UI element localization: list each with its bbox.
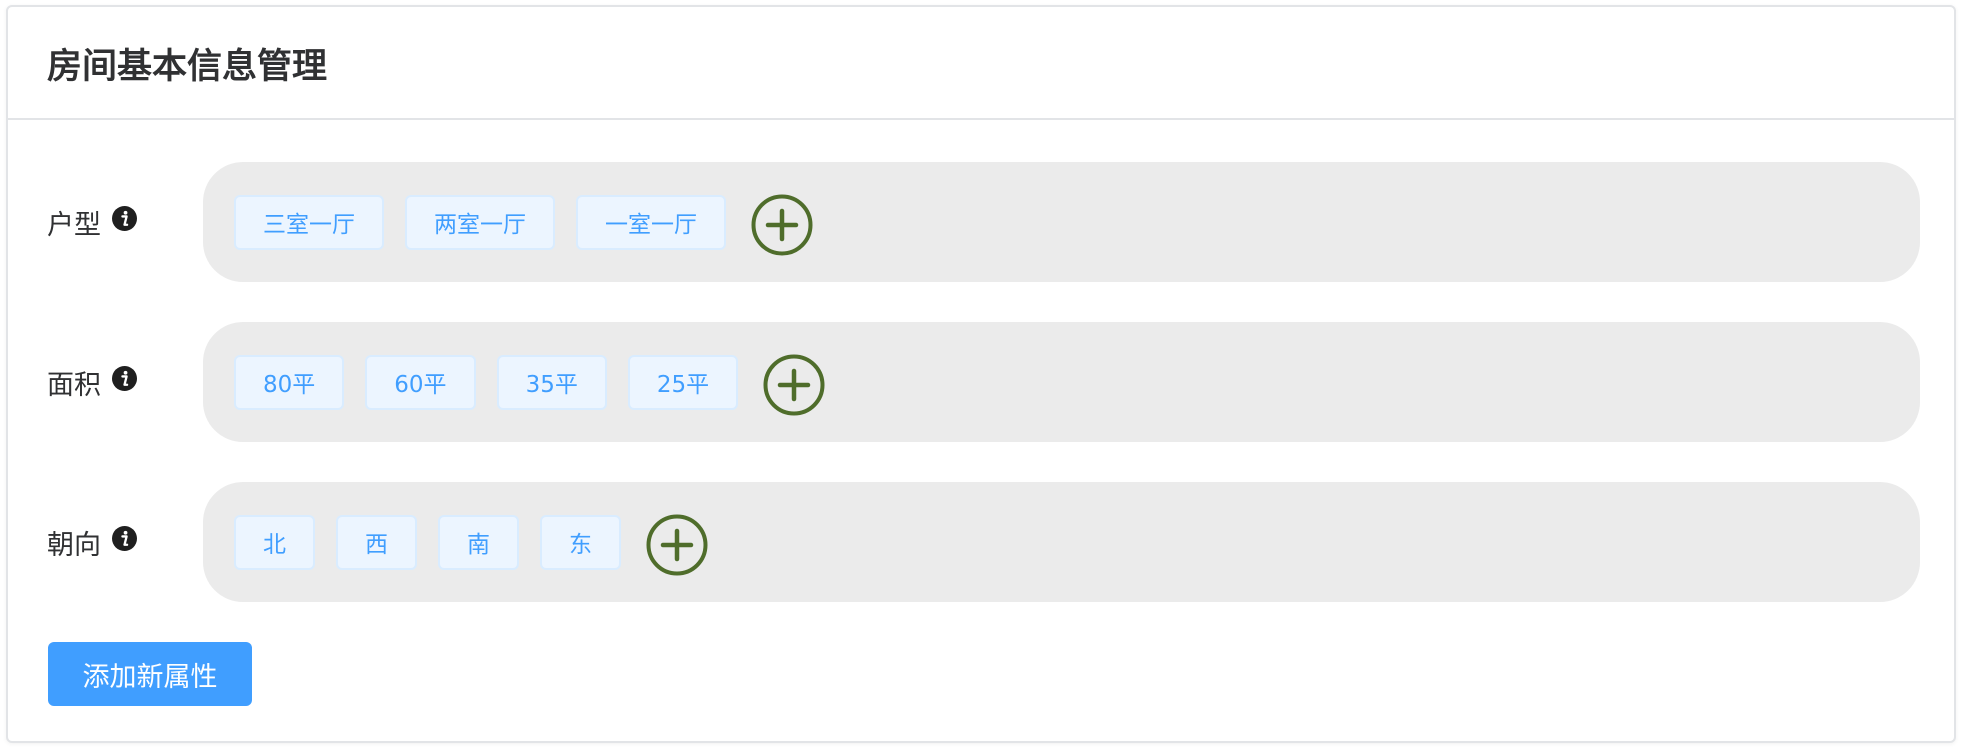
- tag-item[interactable]: 东: [540, 514, 621, 570]
- attribute-label: 户型: [47, 162, 137, 282]
- tag-item[interactable]: 北: [234, 514, 315, 570]
- info-icon[interactable]: [112, 525, 137, 551]
- attribute-row-orientation: 朝向 北 西 南 东: [8, 482, 1954, 602]
- page-title: 房间基本信息管理: [47, 47, 328, 87]
- tag-item[interactable]: 60平: [365, 354, 476, 410]
- add-tag-button[interactable]: [646, 514, 708, 576]
- add-tag-button[interactable]: [763, 354, 825, 416]
- tag-item[interactable]: 两室一厅: [405, 194, 555, 250]
- tag-container: 北 西 南 东: [203, 482, 1920, 602]
- tag-container: 三室一厅 两室一厅 一室一厅: [203, 162, 1920, 282]
- tag-container: 80平 60平 35平 25平: [203, 322, 1920, 442]
- attribute-label: 朝向: [47, 482, 137, 602]
- add-tag-button[interactable]: [751, 194, 813, 256]
- attribute-label: 面积: [47, 322, 137, 442]
- tag-item[interactable]: 三室一厅: [234, 194, 384, 250]
- attribute-card: 房间基本信息管理 户型 三室一厅 两室一厅 一室一厅 面积 80平 60平 35…: [6, 5, 1956, 743]
- add-attribute-button[interactable]: 添加新属性: [48, 642, 252, 706]
- info-icon[interactable]: [112, 365, 137, 391]
- tag-item[interactable]: 80平: [234, 354, 345, 410]
- tag-item[interactable]: 一室一厅: [576, 194, 726, 250]
- card-header: 房间基本信息管理: [8, 7, 1954, 120]
- attribute-name: 朝向: [47, 529, 101, 561]
- attribute-name: 户型: [47, 209, 101, 241]
- tag-item[interactable]: 西: [336, 514, 417, 570]
- attribute-row-layout: 户型 三室一厅 两室一厅 一室一厅: [8, 162, 1954, 282]
- tag-item[interactable]: 南: [438, 514, 519, 570]
- attribute-row-area: 面积 80平 60平 35平 25平: [8, 322, 1954, 442]
- tag-item[interactable]: 25平: [627, 354, 739, 410]
- tag-item[interactable]: 35平: [496, 354, 607, 410]
- attribute-name: 面积: [47, 369, 101, 401]
- info-icon[interactable]: [112, 205, 137, 231]
